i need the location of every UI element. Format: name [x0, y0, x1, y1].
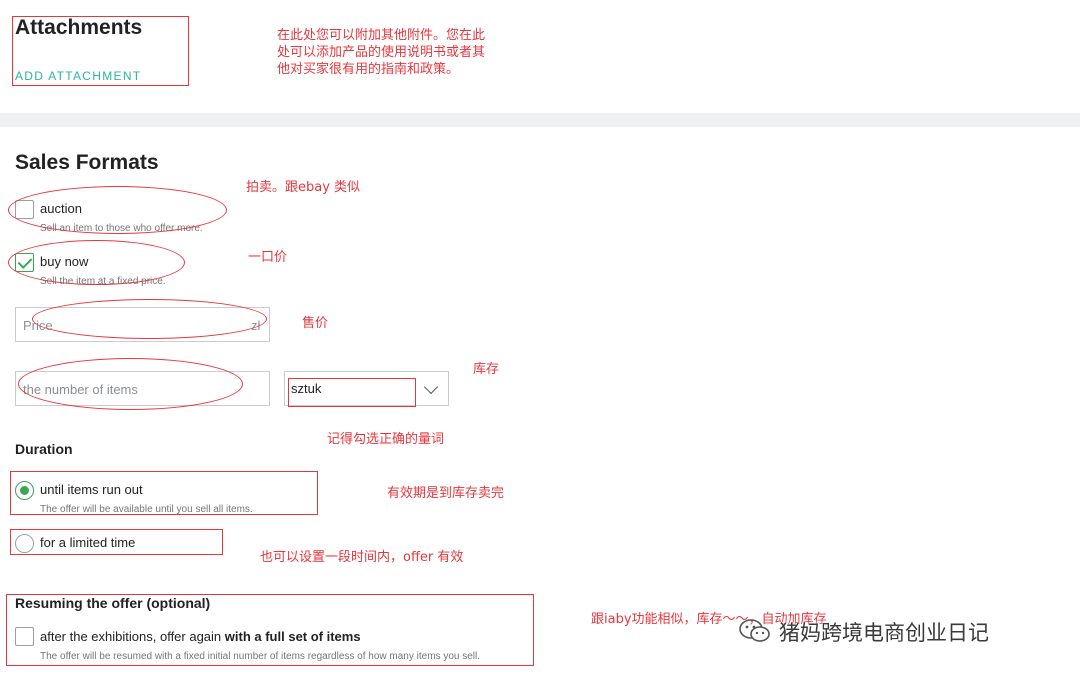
limited-time-annotation: 也可以设置一段时间内，offer 有效: [260, 550, 464, 565]
buy-now-annotation: 一口价: [248, 250, 288, 265]
watermark-text: 猪妈跨境电商创业日记: [779, 621, 989, 645]
unit-highlight-box: [288, 378, 416, 407]
auction-annotation: 拍卖。跟ebay 类似: [246, 180, 361, 195]
resuming-label-bold: with a full set of items: [224, 629, 361, 644]
until-run-out-radio[interactable]: [15, 481, 34, 500]
limited-time-label: for a limited time: [40, 535, 136, 550]
resuming-hint: The offer will be resumed with a fixed i…: [40, 651, 532, 662]
limited-time-radio[interactable]: [15, 534, 34, 553]
quantity-highlight-ellipse: [18, 358, 243, 410]
sales-formats-title: Sales Formats: [15, 151, 159, 174]
resuming-checkbox[interactable]: [15, 627, 34, 646]
resuming-label: after the exhibitions, offer again with …: [40, 629, 361, 644]
until-run-out-annotation: 有效期是到库存卖完: [387, 486, 505, 501]
until-run-out-hint: The offer will be available until you se…: [40, 504, 253, 515]
resuming-label-prefix: after the exhibitions, offer again: [40, 629, 225, 644]
unit-annotation: 记得勾选正确的量词: [327, 432, 445, 447]
auction-highlight-ellipse: [8, 186, 227, 234]
price-annotation: 售价: [302, 316, 329, 331]
attachments-title: Attachments: [15, 16, 143, 39]
attachments-annotation: 在此处您可以附加其他附件。您在此处可以添加产品的使用说明书或者其他对买家很有用的…: [277, 28, 486, 77]
quantity-annotation: 库存: [473, 362, 500, 377]
duration-title: Duration: [15, 441, 73, 457]
resuming-title: Resuming the offer (optional): [15, 595, 211, 611]
buy-now-highlight-ellipse: [8, 240, 185, 285]
price-highlight-ellipse: [32, 299, 267, 339]
wechat-icon: [738, 618, 772, 644]
resuming-hint-text: The offer will be resumed with a fixed i…: [40, 651, 481, 662]
until-run-out-label: until items run out: [40, 482, 143, 497]
add-attachment-link[interactable]: ADD ATTACHMENT: [15, 69, 141, 83]
section-divider: [0, 113, 1080, 127]
